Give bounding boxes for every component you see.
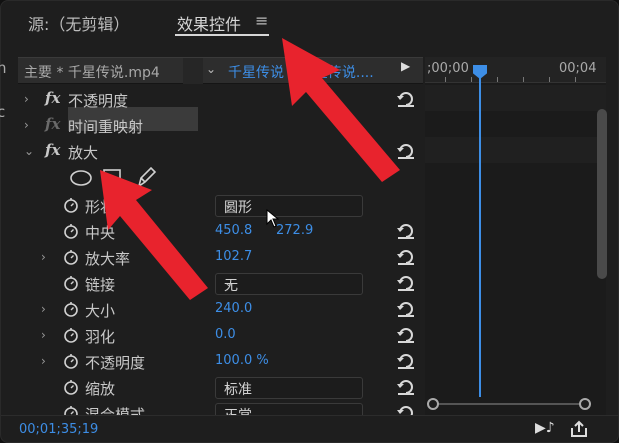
scrollbar-track	[435, 403, 585, 405]
stopwatch-icon[interactable]	[63, 379, 79, 395]
timeline-track-band	[425, 85, 606, 111]
center-y-value[interactable]: 272.9	[276, 223, 313, 238]
annotation-arrow	[282, 38, 400, 182]
annotation-arrow	[100, 170, 208, 300]
timeline-zoom-scrollbar[interactable]	[427, 397, 594, 411]
ruler-tick	[523, 77, 524, 82]
property-label: 羽化	[85, 328, 116, 346]
feather-value[interactable]: 0.0	[215, 327, 236, 342]
blend-mode-dropdown[interactable]: 正常⌄	[215, 403, 363, 415]
chevron-right-icon[interactable]: ›	[24, 92, 29, 106]
property-row-magnification[interactable]: › 放大率 102.7	[18, 245, 423, 271]
property-label: 混合模式	[85, 406, 146, 415]
stopwatch-icon[interactable]	[63, 249, 79, 265]
property-label: 缩放	[85, 380, 116, 398]
reset-icon[interactable]	[396, 274, 416, 292]
property-row-link[interactable]: 链接 无 ⌄	[18, 271, 423, 297]
playhead-line	[479, 75, 481, 397]
scrollbar-right-handle[interactable]	[579, 398, 591, 410]
chevron-down-icon: ⌄	[224, 276, 234, 289]
chevron-down-icon[interactable]: ⌄	[206, 62, 216, 76]
link-dropdown[interactable]: 无 ⌄	[215, 273, 363, 295]
current-timecode[interactable]: 00;01;35;19	[19, 422, 98, 437]
property-row-blend-mode[interactable]: 混合模式 正常⌄	[18, 401, 423, 415]
tab-source[interactable]: 源:（无剪辑）	[28, 11, 129, 35]
property-row-size[interactable]: › 大小 240.0	[18, 297, 423, 323]
fx-icon[interactable]: fx	[45, 141, 60, 159]
reset-icon[interactable]	[396, 326, 416, 344]
chevron-right-icon[interactable]: ›	[41, 328, 46, 342]
left-edge-text: n c	[0, 59, 7, 139]
stopwatch-icon[interactable]	[63, 353, 79, 369]
play-audio-icon[interactable]: ▶♪	[535, 420, 555, 436]
effect-label: 时间重映射	[68, 118, 144, 136]
property-row-opacity[interactable]: › 不透明度 100.0 %	[18, 349, 423, 375]
ruler-tick	[549, 77, 550, 82]
reset-icon[interactable]	[396, 248, 416, 266]
property-row-feather[interactable]: › 羽化 0.0	[18, 323, 423, 349]
size-value[interactable]: 240.0	[215, 301, 252, 316]
panel-footer: 00;01;35;19 ▶♪	[1, 415, 619, 443]
stopwatch-icon[interactable]	[63, 405, 79, 415]
timeline-track-band	[425, 137, 606, 163]
property-label: 不透明度	[85, 354, 146, 372]
ruler-tick	[497, 77, 498, 82]
magnification-value[interactable]: 102.7	[215, 249, 252, 264]
export-icon[interactable]	[569, 419, 589, 439]
left-edge-char: n	[0, 59, 7, 77]
chevron-down-icon: ⌄	[224, 380, 234, 393]
master-clip-label[interactable]: 主要 * 千星传说.mp4	[24, 62, 160, 82]
vertical-scrollbar[interactable]	[597, 109, 607, 279]
scrollbar-left-handle[interactable]	[427, 398, 439, 410]
reset-icon[interactable]	[396, 300, 416, 318]
effect-label: 不透明度	[68, 92, 129, 110]
stopwatch-icon[interactable]	[63, 223, 79, 239]
hamburger-menu-icon[interactable]: ≡	[255, 11, 268, 30]
stopwatch-icon[interactable]	[63, 275, 79, 291]
fx-icon: fx	[45, 115, 61, 133]
center-x-value[interactable]: 450.8	[215, 223, 252, 238]
stopwatch-icon[interactable]	[63, 327, 79, 343]
reset-icon[interactable]	[396, 404, 416, 415]
stopwatch-icon[interactable]	[63, 197, 79, 213]
ruler-tick	[575, 77, 576, 82]
chevron-right-icon[interactable]: ›	[41, 250, 46, 264]
stopwatch-icon[interactable]	[63, 301, 79, 317]
ruler-tick	[471, 77, 472, 82]
reset-icon[interactable]	[396, 222, 416, 240]
ruler-start-time: ;00;00	[427, 61, 469, 76]
scaling-dropdown[interactable]: 标准 ⌄	[215, 377, 363, 399]
active-tab-indicator	[175, 34, 269, 36]
ellipse-mask-icon[interactable]	[70, 170, 92, 186]
chevron-down-icon: ⌄	[224, 406, 234, 415]
reset-icon[interactable]	[396, 378, 416, 396]
ruler-end-time: 00;04	[559, 61, 597, 76]
chevron-down-icon: ⌄	[224, 198, 234, 211]
property-row-shape[interactable]: 形状 圆形 ⌄	[18, 193, 423, 219]
tab-effect-controls[interactable]: 效果控件	[177, 11, 241, 35]
mouse-cursor-icon	[266, 209, 280, 228]
fx-icon[interactable]: fx	[45, 89, 60, 107]
chevron-down-icon[interactable]: ⌄	[24, 144, 34, 158]
clip-separator	[183, 58, 203, 84]
shape-dropdown[interactable]: 圆形 ⌄	[215, 195, 363, 217]
property-row-center[interactable]: 中央 450.8 272.9	[18, 219, 423, 245]
ruler-tick	[445, 77, 446, 82]
left-edge-char: c	[0, 103, 6, 121]
chevron-right-icon[interactable]: ›	[41, 354, 46, 368]
chevron-right-icon[interactable]: ›	[41, 302, 46, 316]
property-row-scaling[interactable]: 缩放 标准 ⌄	[18, 375, 423, 401]
chevron-right-icon[interactable]: ›	[24, 118, 29, 132]
opacity-value[interactable]: 100.0 %	[215, 353, 269, 368]
timeline-ruler[interactable]: ;00;00 00;04	[425, 57, 606, 83]
reset-icon[interactable]	[396, 352, 416, 370]
